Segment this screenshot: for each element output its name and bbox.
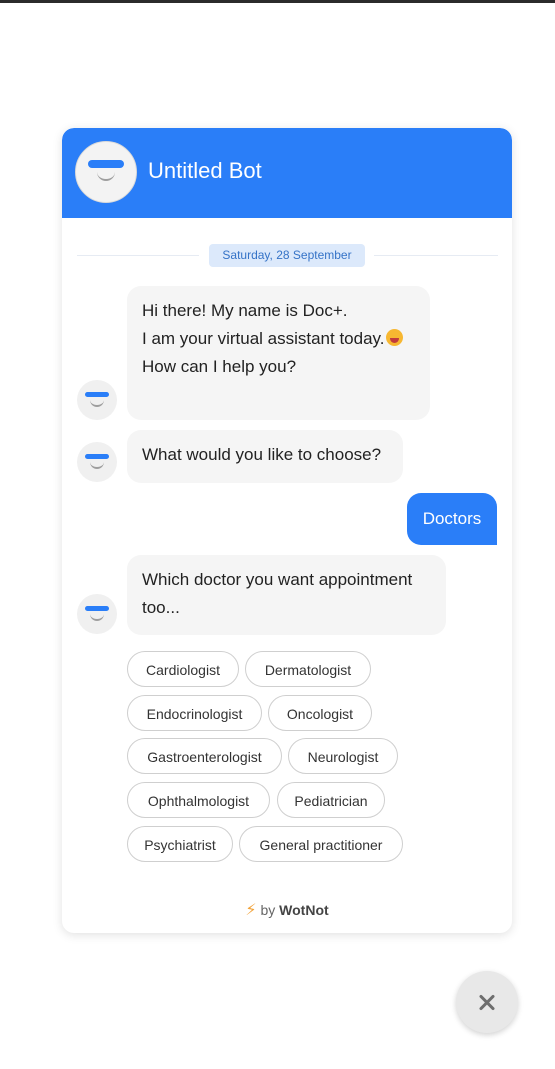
user-message: Doctors bbox=[407, 493, 497, 545]
grinning-face-emoji-icon bbox=[385, 329, 403, 346]
close-chat-button[interactable] bbox=[456, 971, 518, 1033]
option-endocrinologist-button[interactable]: Endocrinologist bbox=[127, 695, 262, 731]
bot-avatar-visor bbox=[88, 160, 124, 168]
bot-avatar-smile bbox=[90, 400, 104, 407]
option-pediatrician-button[interactable]: Pediatrician bbox=[277, 782, 385, 818]
lightning-icon: ⚡ bbox=[245, 902, 257, 919]
bot-message: What would you like to choose? bbox=[127, 430, 403, 483]
message-line: too... bbox=[142, 598, 180, 617]
message-line: How can I help you? bbox=[142, 357, 297, 376]
bot-message-avatar bbox=[77, 594, 117, 634]
bot-message-avatar bbox=[77, 380, 117, 420]
message-line: I am your virtual assistant today. bbox=[142, 325, 415, 353]
date-divider-right bbox=[374, 255, 498, 256]
bot-avatar-smile bbox=[90, 614, 104, 621]
bot-avatar-visor bbox=[85, 454, 109, 459]
option-neurologist-button[interactable]: Neurologist bbox=[288, 738, 398, 774]
option-psychiatrist-button[interactable]: Psychiatrist bbox=[127, 826, 233, 862]
bot-message: Which doctor you want appointment too... bbox=[127, 555, 446, 635]
option-dermatologist-button[interactable]: Dermatologist bbox=[245, 651, 371, 687]
footer-prefix: by bbox=[260, 902, 276, 918]
option-gastroenterologist-button[interactable]: Gastroenterologist bbox=[127, 738, 282, 774]
footer-brand: WotNot bbox=[279, 902, 329, 918]
bot-avatar-smile bbox=[97, 172, 115, 181]
powered-by-footer[interactable]: ⚡ by WotNot bbox=[62, 900, 512, 920]
option-general-practitioner-button[interactable]: General practitioner bbox=[239, 826, 403, 862]
date-divider-left bbox=[77, 255, 199, 256]
top-border bbox=[0, 0, 555, 3]
chat-header: Untitled Bot bbox=[62, 128, 512, 218]
bot-message-avatar bbox=[77, 442, 117, 482]
date-badge: Saturday, 28 September bbox=[209, 244, 365, 267]
message-line: What would you like to choose? bbox=[142, 445, 382, 464]
bot-avatar-smile bbox=[90, 462, 104, 469]
bot-avatar-visor bbox=[85, 606, 109, 611]
message-text: I am your virtual assistant today. bbox=[142, 329, 385, 348]
bot-title: Untitled Bot bbox=[148, 158, 262, 183]
chat-widget: Untitled Bot Saturday, 28 September Hi t… bbox=[62, 128, 512, 933]
message-line: Hi there! My name is Doc+. bbox=[142, 301, 348, 320]
bot-avatar bbox=[75, 141, 137, 203]
option-cardiologist-button[interactable]: Cardiologist bbox=[127, 651, 239, 687]
option-ophthalmologist-button[interactable]: Ophthalmologist bbox=[127, 782, 270, 818]
bot-avatar-visor bbox=[85, 392, 109, 397]
option-oncologist-button[interactable]: Oncologist bbox=[268, 695, 372, 731]
bot-message: Hi there! My name is Doc+. I am your vir… bbox=[127, 286, 430, 420]
message-line: Which doctor you want appointment bbox=[142, 570, 413, 589]
